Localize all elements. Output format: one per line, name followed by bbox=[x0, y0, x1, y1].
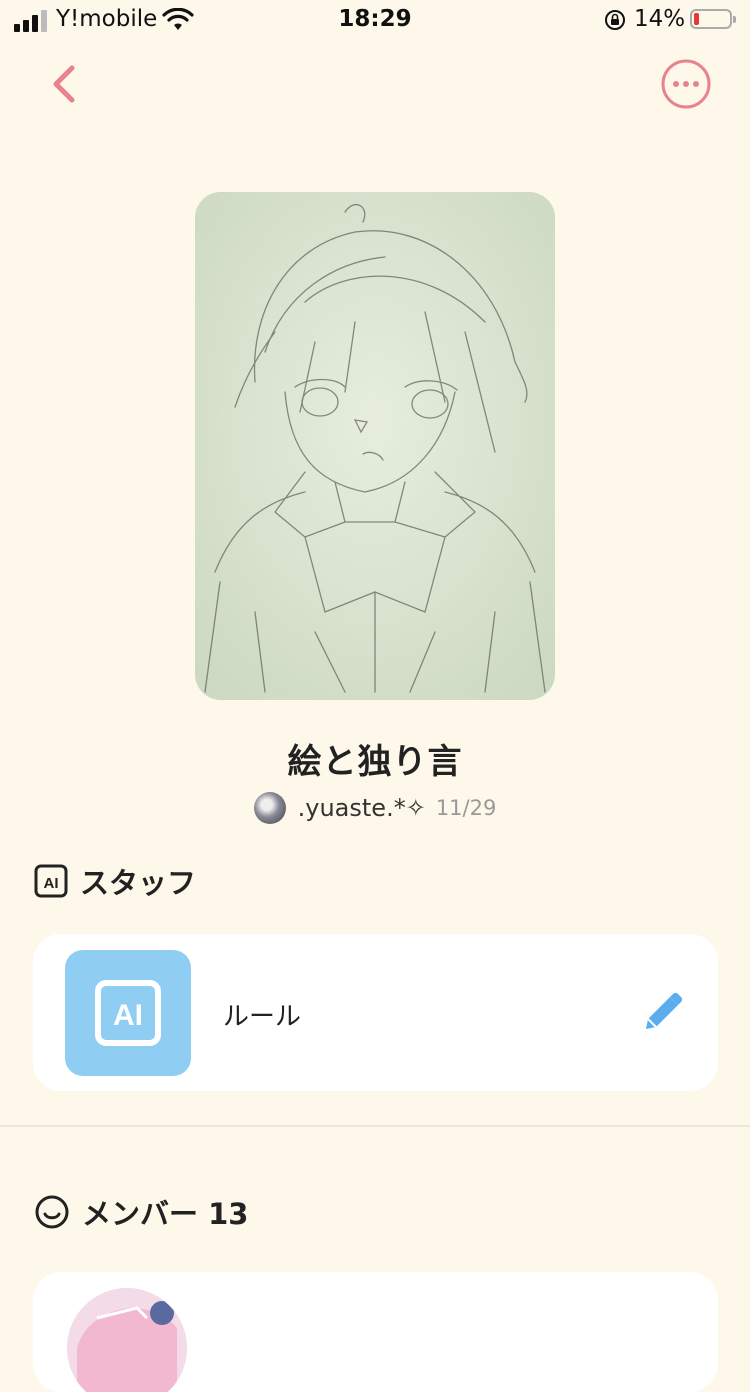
publish-date: 11/29 bbox=[435, 796, 497, 820]
member-section-header: メンバー 13 bbox=[34, 1192, 248, 1232]
member-heading: メンバー 13 bbox=[82, 1197, 249, 1231]
member-avatar[interactable] bbox=[67, 1288, 187, 1392]
ellipsis-circle-icon[interactable] bbox=[660, 58, 712, 110]
member-list-item[interactable] bbox=[33, 1272, 718, 1392]
book-title: 絵と独り言 bbox=[287, 742, 463, 782]
ai-badge-text: AI bbox=[44, 875, 59, 892]
battery-percentage: 14% bbox=[634, 6, 686, 32]
rotation-lock-icon bbox=[605, 10, 625, 30]
author-row[interactable]: .yuaste.*✧ 11/29 bbox=[0, 788, 750, 828]
staff-section-header: AI スタッフ bbox=[34, 861, 196, 901]
status-bar: Y!mobile 18:29 14% bbox=[0, 0, 750, 44]
author-name[interactable]: .yuaste.*✧ bbox=[298, 794, 426, 822]
ai-icon-text: AI bbox=[113, 999, 143, 1032]
book-cover-image[interactable] bbox=[195, 192, 555, 700]
staff-item-label: ルール bbox=[223, 1002, 302, 1032]
ai-icon: AI bbox=[95, 980, 161, 1046]
author-avatar[interactable] bbox=[253, 792, 286, 824]
ai-badge-icon: AI bbox=[34, 864, 68, 898]
chevron-left-icon[interactable] bbox=[44, 62, 84, 106]
staff-heading: スタッフ bbox=[80, 866, 197, 900]
battery-icon bbox=[690, 9, 736, 29]
pencil-icon[interactable] bbox=[637, 988, 687, 1038]
smiley-icon bbox=[35, 1195, 69, 1229]
section-divider bbox=[0, 1125, 750, 1127]
ai-thumbnail: AI bbox=[65, 950, 191, 1076]
staff-item-rules[interactable]: AI ルール bbox=[33, 934, 718, 1091]
